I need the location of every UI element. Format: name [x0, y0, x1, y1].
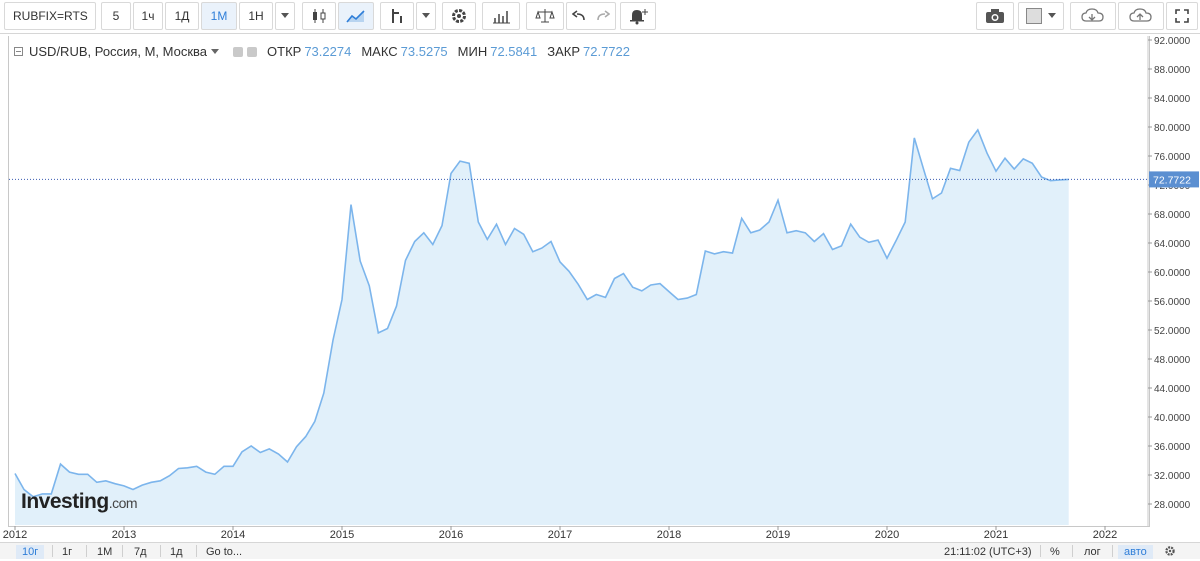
x-tick-label: 2020 — [875, 529, 899, 541]
range-1m-button[interactable]: 1М — [97, 545, 112, 559]
chart-svg: 28.0000 32.0000 36.0000 40.0000 44.0000 48.00… — [3, 36, 1199, 541]
x-tick-label: 2015 — [330, 529, 354, 541]
y-tick-label: 76.0000 — [1154, 152, 1191, 163]
y-tick-label: 48.0000 — [1154, 355, 1191, 366]
y-tick-label: 80.0000 — [1154, 123, 1191, 134]
collapse-icon[interactable] — [14, 47, 23, 56]
x-tick-label: 2013 — [112, 529, 136, 541]
open-label: ОТКР — [267, 44, 302, 59]
y-tick-label: 60.0000 — [1154, 268, 1191, 279]
bottom-bar: 10г 1г 1М 7д 1д Go to... 21:11:02 (UTC+3… — [0, 542, 1200, 559]
auto-toggle[interactable]: авто — [1118, 545, 1153, 559]
x-tick-label: 2018 — [657, 529, 681, 541]
x-tick-label: 2014 — [221, 529, 245, 541]
y-tick-label: 68.0000 — [1154, 210, 1191, 221]
x-tick-label: 2019 — [766, 529, 790, 541]
range-7d-button[interactable]: 7д — [134, 545, 147, 559]
y-tick-label: 36.0000 — [1154, 442, 1191, 453]
high-label: МАКС — [361, 44, 398, 59]
logo-text: Investing — [21, 490, 109, 513]
low-label: МИН — [457, 44, 488, 59]
x-tick-label: 2012 — [3, 529, 27, 541]
gear-icon — [1165, 546, 1175, 556]
x-tick-label: 2017 — [548, 529, 572, 541]
high-value: 73.5275 — [400, 44, 448, 59]
settings-square-icon[interactable] — [233, 46, 244, 57]
close-square-icon[interactable] — [247, 46, 258, 57]
range-1y-button[interactable]: 1г — [62, 545, 72, 559]
last-price-label: 72.7722 — [1153, 174, 1191, 186]
close-value: 72.7722 — [583, 44, 630, 59]
y-tick-label: 32.0000 — [1154, 471, 1191, 482]
y-tick-label: 64.0000 — [1154, 239, 1191, 250]
y-tick-label: 52.0000 — [1154, 326, 1191, 337]
instrument-name: USD/RUB, Россия, М, Москва — [29, 44, 208, 59]
close-label: ЗАКР — [547, 44, 580, 59]
y-tick-label: 92.0000 — [1154, 36, 1191, 47]
y-tick-label: 84.0000 — [1154, 94, 1191, 105]
open-value: 73.2274 — [304, 44, 352, 59]
y-tick-label: 88.0000 — [1154, 65, 1191, 76]
range-1d-button[interactable]: 1д — [170, 545, 183, 559]
low-value: 72.5841 — [490, 44, 538, 59]
chart-legend: USD/RUB, Россия, М, Москва ОТКР 73.2274 М… — [14, 44, 630, 59]
y-tick-label: 40.0000 — [1154, 413, 1191, 424]
clock-text: 21:11:02 (UTC+3) — [944, 546, 1032, 558]
percent-toggle[interactable]: % — [1050, 545, 1060, 559]
log-toggle[interactable]: лог — [1084, 545, 1101, 559]
y-tick-label: 28.0000 — [1154, 500, 1191, 511]
series-area — [15, 129, 1069, 525]
x-tick-label: 2016 — [439, 529, 463, 541]
x-tick-label: 2022 — [1093, 529, 1117, 541]
chart-settings-button[interactable] — [1164, 545, 1176, 559]
goto-button[interactable]: Go to... — [206, 545, 242, 559]
chevron-down-icon[interactable] — [211, 48, 220, 55]
y-tick-label: 56.0000 — [1154, 297, 1191, 308]
x-tick-label: 2021 — [984, 529, 1008, 541]
logo-suffix: .com — [108, 495, 138, 511]
y-tick-label: 44.0000 — [1154, 384, 1191, 395]
investing-logo: Investing.com — [21, 490, 138, 514]
range-10y-button[interactable]: 10г — [16, 545, 45, 559]
